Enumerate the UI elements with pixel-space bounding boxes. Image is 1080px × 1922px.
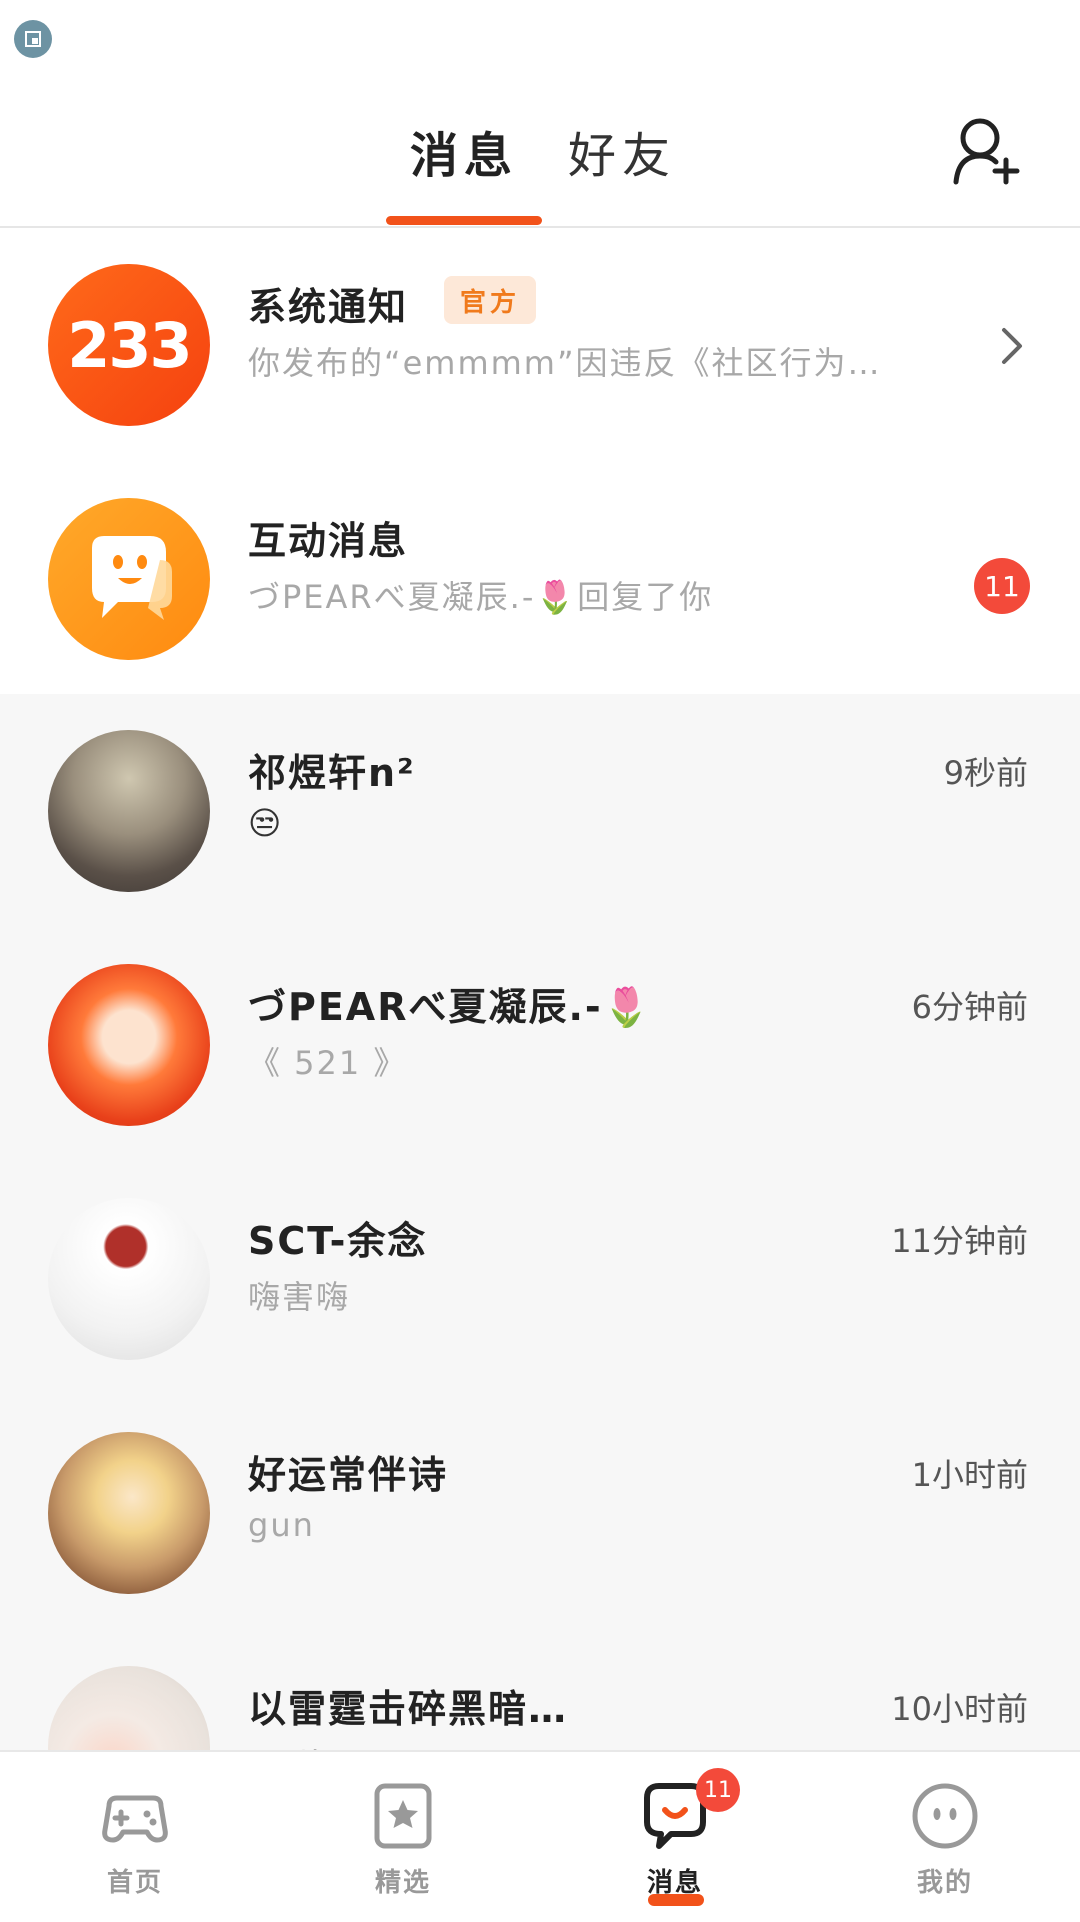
conversation-time: 11分钟前 <box>891 1222 1028 1260</box>
conversation-time: 9秒前 <box>943 754 1028 792</box>
nav-featured[interactable]: 精选 <box>328 1776 478 1906</box>
bottom-navigation: 首页 精选 11 消息 我的 <box>0 1750 1080 1922</box>
conversation-time: 1小时前 <box>911 1456 1028 1494</box>
gamepad-icon <box>102 1795 168 1843</box>
star-icon <box>374 1783 432 1849</box>
system-notice-preview: 你发布的“emmmm”因违反《社区行为… <box>248 344 882 382</box>
nav-home-label: 首页 <box>106 1868 163 1898</box>
chat-face-icon <box>92 536 172 620</box>
avatar <box>48 1198 210 1360</box>
nav-messages[interactable]: 11 消息 <box>600 1768 750 1906</box>
system-notice-row[interactable]: 233 系统通知 官方 你发布的“emmmm”因违反《社区行为… <box>0 228 1080 462</box>
nav-messages-label: 消息 <box>646 1868 703 1898</box>
interaction-messages-row[interactable]: 互动消息 づPEARべ夏凝辰.-🌷回复了你 11 <box>0 462 1080 696</box>
system-avatar-text: 233 <box>67 308 192 382</box>
conversation-time: 10小时前 <box>891 1690 1028 1728</box>
status-bar <box>0 0 1080 76</box>
nav-featured-label: 精选 <box>374 1868 431 1898</box>
active-tab-indicator <box>386 216 542 225</box>
conversation-name: づPEARべ夏凝辰.-🌷 <box>248 985 653 1029</box>
conversation-preview: 《 521 》 <box>248 1044 408 1082</box>
conversation-row[interactable]: 以雷霆击碎黑暗… [图片] 10小时前 <box>0 1630 1080 1750</box>
conversation-preview: 嗨害嗨 <box>248 1278 351 1316</box>
official-messages: 233 系统通知 官方 你发布的“emmmm”因违反《社区行为… 互动消息 づP… <box>0 228 1080 694</box>
nav-home[interactable]: 首页 <box>60 1776 210 1906</box>
avatar <box>48 964 210 1126</box>
conversation-row[interactable]: 好运常伴诗 gun 1小时前 <box>0 1396 1080 1630</box>
nav-profile[interactable]: 我的 <box>870 1776 1020 1906</box>
nav-profile-label: 我的 <box>916 1868 973 1898</box>
avatar <box>48 730 210 892</box>
tab-messages[interactable]: 消息 <box>410 116 518 186</box>
conversation-list: 祁煜轩n² 😒 9秒前 づPEARべ夏凝辰.-🌷 《 521 》 6分钟前 SC… <box>0 694 1080 1750</box>
avatar <box>48 1432 210 1594</box>
chevron-right-icon[interactable] <box>998 324 1026 368</box>
interaction-title: 互动消息 <box>248 519 409 563</box>
top-header: 消息 好友 <box>0 76 1080 228</box>
conversation-name: SCT-余念 <box>248 1219 428 1263</box>
system-notice-avatar: 233 <box>48 264 210 426</box>
conversation-row[interactable]: づPEARべ夏凝辰.-🌷 《 521 》 6分钟前 <box>0 928 1080 1162</box>
avatar <box>48 1666 210 1750</box>
official-badge: 官方 <box>444 276 537 324</box>
conversation-row[interactable]: 祁煜轩n² 😒 9秒前 <box>0 694 1080 928</box>
conversation-time: 6分钟前 <box>911 988 1028 1026</box>
conversation-preview: 😒 <box>248 804 284 842</box>
conversation-row[interactable]: SCT-余念 嗨害嗨 11分钟前 <box>0 1162 1080 1396</box>
screenshot-icon <box>14 20 52 58</box>
profile-face-icon <box>912 1783 978 1849</box>
interaction-avatar <box>48 498 210 660</box>
conversation-preview: [图片] <box>248 1740 345 1750</box>
conversation-name: 祁煜轩n² <box>248 751 416 795</box>
tab-friends[interactable]: 好友 <box>568 116 676 186</box>
add-user-icon[interactable] <box>950 116 1020 186</box>
conversation-preview: gun <box>248 1506 315 1544</box>
nav-unread-badge: 11 <box>696 1768 740 1812</box>
interaction-preview: づPEARべ夏凝辰.-🌷回复了你 <box>248 578 714 616</box>
conversation-name: 好运常伴诗 <box>248 1453 449 1497</box>
conversation-name: 以雷霆击碎黑暗… <box>248 1687 569 1731</box>
system-notice-title: 系统通知 <box>248 285 409 329</box>
unread-badge: 11 <box>974 558 1030 614</box>
